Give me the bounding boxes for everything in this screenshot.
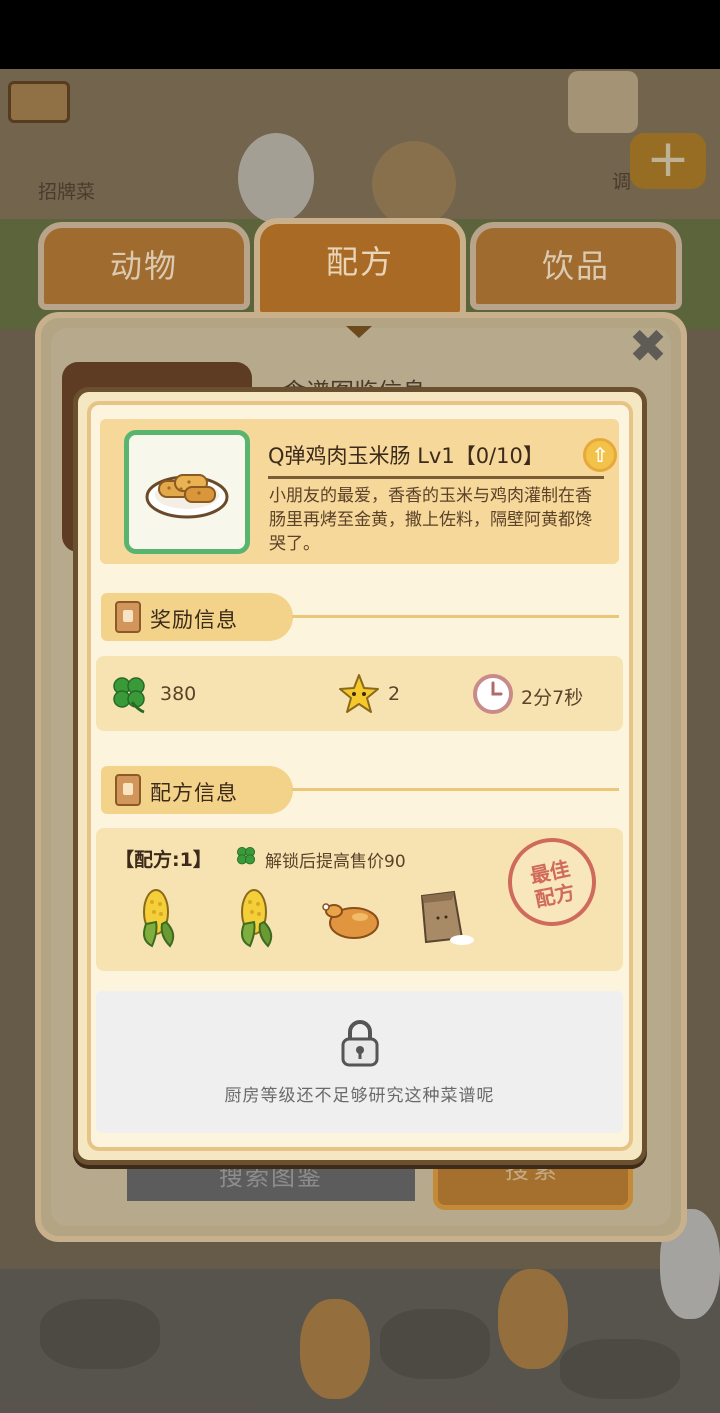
corn-icon bbox=[143, 889, 175, 948]
clock-icon bbox=[473, 674, 513, 714]
tab-drinks[interactable]: 饮品 bbox=[470, 222, 682, 310]
tab-recipes[interactable]: 配方 bbox=[254, 218, 466, 318]
recipe-description: 小朋友的最爱，香香的玉米与鸡肉灌制在香肠里再烤至金黄，撒上佐料，隔壁阿黄都馋哭了… bbox=[269, 486, 592, 554]
tab-animals[interactable]: 动物 bbox=[38, 222, 250, 310]
time-reward-value: 2分7秒 bbox=[521, 687, 584, 709]
clover-icon bbox=[113, 677, 145, 714]
locked-message: 厨房等级还不足够研究这种菜谱呢 bbox=[224, 1086, 495, 1106]
clover-icon bbox=[237, 847, 255, 865]
active-tab-pointer-icon bbox=[346, 326, 372, 338]
roast-chicken-icon bbox=[322, 903, 379, 939]
recipe-title: Q弹鸡肉玉米肠 Lv1【0/10】 bbox=[268, 444, 544, 468]
formula-unlock-bonus: 解锁后提高售价90 bbox=[265, 852, 406, 872]
corn-sausage-plate-icon bbox=[145, 474, 229, 519]
clipboard-icon bbox=[115, 774, 141, 806]
formula-section-title: 配方信息 bbox=[150, 781, 238, 805]
section-divider bbox=[292, 788, 619, 791]
formula-number-label: 【配方:1】 bbox=[115, 849, 212, 871]
flour-bag-icon bbox=[420, 890, 474, 945]
section-divider bbox=[292, 615, 619, 618]
food-image-frame bbox=[124, 430, 250, 554]
clipboard-icon bbox=[115, 601, 141, 633]
close-icon[interactable]: ✖ bbox=[628, 323, 668, 369]
lock-icon bbox=[341, 1020, 379, 1067]
title-underline bbox=[268, 476, 604, 479]
star-reward-value: 2 bbox=[388, 683, 401, 705]
reward-section-title: 奖励信息 bbox=[150, 608, 238, 632]
upgrade-arrow-icon[interactable]: ⇧ bbox=[583, 438, 617, 472]
clover-reward-value: 380 bbox=[160, 683, 197, 705]
corn-icon bbox=[241, 889, 273, 948]
star-icon bbox=[339, 674, 379, 713]
